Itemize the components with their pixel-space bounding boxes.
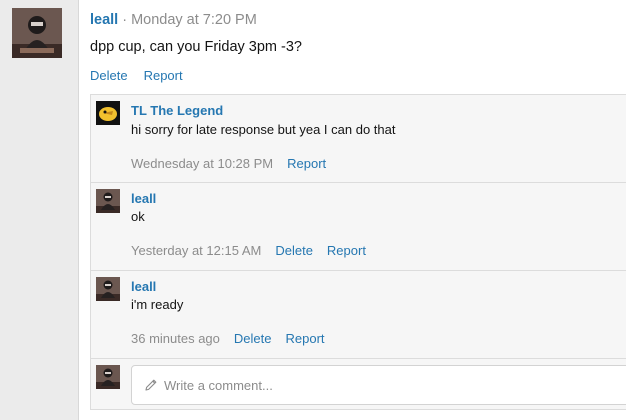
comment-meta: Wednesday at 10:28 PM Report xyxy=(131,156,326,172)
comment-input[interactable]: Write a comment... xyxy=(131,365,626,405)
comment-author-avatar[interactable] xyxy=(96,101,120,125)
current-user-avatar xyxy=(96,365,120,389)
comments-panel: TL The Legend hi sorry for late response… xyxy=(90,94,626,410)
comment-text: hi sorry for late response but yea I can… xyxy=(131,122,396,137)
post-actions: Delete Report xyxy=(90,68,183,84)
comment-item: leall i'm ready 36 minutes ago Delete Repo… xyxy=(91,271,626,359)
header-separator: · xyxy=(122,12,128,28)
comment-time[interactable]: Yesterday at 12:15 AM xyxy=(131,243,261,258)
comment-author-avatar[interactable] xyxy=(96,189,120,213)
comment-item: leall ok Yesterday at 12:15 AM Delete Repo… xyxy=(91,183,626,271)
comment-text: i'm ready xyxy=(131,297,184,312)
comment-item: TL The Legend hi sorry for late response… xyxy=(91,95,626,183)
comment-text: ok xyxy=(131,209,145,224)
post-report-link[interactable]: Report xyxy=(144,68,183,83)
post-delete-link[interactable]: Delete xyxy=(90,68,128,83)
left-rail xyxy=(0,0,79,420)
comment-author-avatar[interactable] xyxy=(96,277,120,301)
comment-author-name[interactable]: TL The Legend xyxy=(131,103,223,119)
comment-meta: Yesterday at 12:15 AM Delete Report xyxy=(131,243,366,259)
comment-delete-link[interactable]: Delete xyxy=(234,331,272,346)
comment-report-link[interactable]: Report xyxy=(285,331,324,346)
comment-author-name[interactable]: leall xyxy=(131,191,156,207)
comment-meta: 36 minutes ago Delete Report xyxy=(131,331,325,347)
comment-time[interactable]: Wednesday at 10:28 PM xyxy=(131,156,273,171)
comment-report-link[interactable]: Report xyxy=(327,243,366,258)
comment-report-link[interactable]: Report xyxy=(287,156,326,171)
comment-author-name[interactable]: leall xyxy=(131,279,156,295)
post-header: leall · Monday at 7:20 PM xyxy=(90,11,257,29)
post-author-avatar[interactable] xyxy=(12,8,62,58)
comment-time[interactable]: 36 minutes ago xyxy=(131,331,220,346)
post-author-name[interactable]: leall xyxy=(90,12,118,28)
comment-delete-link[interactable]: Delete xyxy=(275,243,313,258)
post-time[interactable]: Monday at 7:20 PM xyxy=(131,12,257,28)
pencil-icon xyxy=(145,379,157,391)
post-message: dpp cup, can you Friday 3pm -3? xyxy=(90,39,302,55)
comment-input-placeholder: Write a comment... xyxy=(164,378,273,393)
